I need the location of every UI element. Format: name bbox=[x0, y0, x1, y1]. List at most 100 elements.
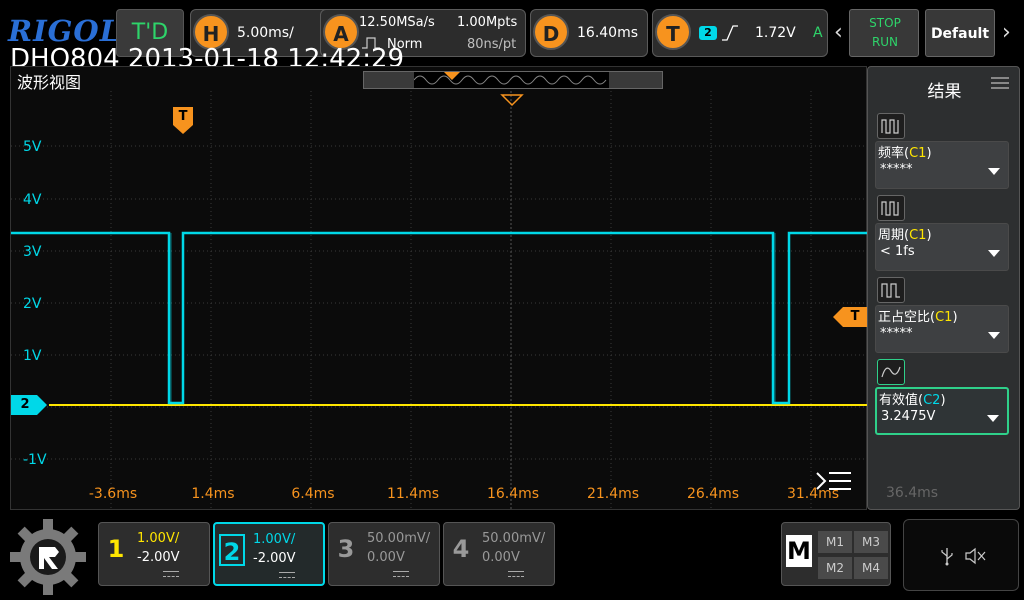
channel-3-box[interactable]: 3 50.00mV/ 0.00V bbox=[328, 522, 440, 586]
run-stop-button[interactable]: STOP RUN bbox=[849, 9, 919, 57]
channel-4-offset: 0.00V bbox=[482, 550, 520, 565]
math-m3[interactable]: M3 bbox=[854, 531, 888, 553]
menu-icon[interactable] bbox=[815, 469, 853, 497]
channel-3-offset: 0.00V bbox=[367, 550, 405, 565]
results-menu-icon[interactable] bbox=[991, 77, 1009, 89]
channel-1-scale: 1.00V/ bbox=[137, 531, 180, 546]
measure-rms-icon bbox=[877, 359, 905, 385]
y-label: 1V bbox=[23, 348, 42, 364]
channel-2-box[interactable]: 2 1.00V/ -2.00V bbox=[213, 522, 325, 586]
dc-coupling-icon bbox=[163, 571, 179, 577]
channel-3-number: 3 bbox=[337, 535, 355, 563]
chevron-right-icon[interactable]: › bbox=[1002, 20, 1011, 45]
trigger-level-label: T bbox=[850, 309, 860, 324]
result-value: 3.2475V bbox=[881, 409, 936, 424]
result-item-period[interactable]: 周期(C1) < 1fs bbox=[875, 223, 1009, 271]
channel-4-scale: 50.00mV/ bbox=[482, 531, 546, 546]
rigol-logo: RIGOL bbox=[8, 14, 122, 48]
result-item-frequency[interactable]: 频率(C1) ***** bbox=[875, 141, 1009, 189]
x-label: 16.4ms bbox=[487, 486, 539, 502]
speaker-mute-icon[interactable] bbox=[964, 546, 988, 566]
y-label: 3V bbox=[23, 244, 42, 260]
x-label: 11.4ms bbox=[387, 486, 439, 502]
channel-2-offset: -2.00V bbox=[253, 551, 296, 566]
channel-1-number: 1 bbox=[107, 535, 125, 563]
stop-label: STOP bbox=[869, 16, 901, 30]
x-label: 6.4ms bbox=[291, 486, 334, 502]
result-item-rms[interactable]: 有效值(C2) 3.2475V bbox=[875, 387, 1009, 435]
ch2-trace bbox=[11, 231, 868, 405]
y-label: 4V bbox=[23, 192, 42, 208]
top-bar: RIGOL T'D H 5.00ms/ A 12.50MSa/s 1.00Mpt… bbox=[0, 0, 1024, 74]
ch2-offset-marker[interactable]: 2 bbox=[11, 395, 47, 415]
delay-value: 16.40ms bbox=[577, 25, 639, 41]
x-label-overflow: 36.4ms bbox=[886, 485, 939, 501]
x-label: 21.4ms bbox=[587, 486, 639, 502]
delay-key[interactable]: D bbox=[533, 14, 569, 50]
center-marker-icon bbox=[500, 94, 524, 107]
measure-duty-icon bbox=[877, 277, 905, 303]
memory-timeline[interactable] bbox=[363, 71, 663, 89]
channel-3-scale: 50.00mV/ bbox=[367, 531, 431, 546]
waveform-window[interactable]: 波形视图 5V 4V 3V 2V 1V -1V -3.6ms 1.4ms 6.4… bbox=[10, 66, 869, 511]
result-label: 频率(C1) bbox=[878, 146, 932, 161]
channel-2-number: 2 bbox=[219, 534, 245, 566]
timeline-trigger-marker-icon bbox=[444, 72, 460, 80]
dc-coupling-icon bbox=[279, 572, 295, 578]
dropdown-arrow-icon[interactable] bbox=[988, 168, 1000, 175]
result-item-duty[interactable]: 正占空比(C1) ***** bbox=[875, 305, 1009, 353]
trigger-key[interactable]: T bbox=[655, 14, 691, 50]
sample-rate: 12.50MSa/s bbox=[359, 15, 435, 30]
y-label: -1V bbox=[23, 452, 47, 468]
ch2-marker-label: 2 bbox=[20, 397, 30, 412]
math-box[interactable]: M M1 M3 M2 M4 bbox=[781, 522, 891, 586]
trigger-level-marker[interactable]: T bbox=[833, 307, 869, 327]
math-key[interactable]: M bbox=[786, 535, 812, 567]
result-label: 周期(C1) bbox=[878, 228, 932, 243]
dropdown-arrow-icon[interactable] bbox=[988, 250, 1000, 257]
trigger-position-marker[interactable]: T bbox=[173, 107, 193, 135]
measure-period-icon bbox=[877, 195, 905, 221]
usb-icon[interactable] bbox=[940, 546, 954, 566]
delay-group[interactable]: D 16.40ms bbox=[530, 9, 648, 57]
math-m1[interactable]: M1 bbox=[818, 531, 852, 553]
trigger-marker-label: T bbox=[178, 109, 188, 124]
rising-edge-icon bbox=[722, 25, 738, 41]
y-label: 5V bbox=[23, 139, 42, 155]
memory-depth: 1.00Mpts bbox=[457, 15, 518, 30]
trigger-source-badge: 2 bbox=[699, 26, 717, 40]
waveform-title: 波形视图 bbox=[17, 73, 82, 92]
dropdown-arrow-icon[interactable] bbox=[987, 415, 999, 422]
home-gear-icon[interactable] bbox=[8, 517, 88, 597]
measure-freq-icon bbox=[877, 113, 905, 139]
chevron-left-icon[interactable]: ‹ bbox=[834, 20, 843, 45]
dc-coupling-icon bbox=[508, 571, 524, 577]
channel-4-number: 4 bbox=[452, 535, 470, 563]
run-label: RUN bbox=[871, 35, 899, 49]
time-per-point: 80ns/pt bbox=[467, 37, 517, 52]
channel-2-scale: 1.00V/ bbox=[253, 532, 296, 547]
waveform-grid: 5V 4V 3V 2V 1V -1V -3.6ms 1.4ms 6.4ms 11… bbox=[11, 91, 868, 511]
channel-1-offset: -2.00V bbox=[137, 550, 180, 565]
dropdown-arrow-icon[interactable] bbox=[988, 332, 1000, 339]
result-label: 正占空比(C1) bbox=[878, 310, 958, 325]
math-m2[interactable]: M2 bbox=[818, 557, 852, 579]
result-value: ***** bbox=[880, 326, 913, 341]
result-value: < 1fs bbox=[880, 244, 915, 259]
trigger-level: 1.72V bbox=[755, 25, 796, 41]
result-label: 有效值(C2) bbox=[879, 393, 946, 408]
x-label: 1.4ms bbox=[191, 486, 234, 502]
channel-4-box[interactable]: 4 50.00mV/ 0.00V bbox=[443, 522, 555, 586]
status-area bbox=[903, 519, 1019, 591]
dc-coupling-icon bbox=[393, 571, 409, 577]
channel-1-box[interactable]: 1 1.00V/ -2.00V bbox=[98, 522, 210, 586]
default-button[interactable]: Default bbox=[925, 9, 995, 57]
bottom-bar: 1 1.00V/ -2.00V 2 1.00V/ -2.00V 3 50.00m… bbox=[0, 512, 1024, 600]
results-panel: 结果 频率(C1) ***** 周期(C1) < 1fs 正占空比(C1) **… bbox=[867, 66, 1020, 510]
trigger-sweep: A bbox=[813, 25, 823, 41]
trigger-group[interactable]: T 2 1.72V A bbox=[652, 9, 828, 57]
math-m4[interactable]: M4 bbox=[854, 557, 888, 579]
y-label: 2V bbox=[23, 296, 42, 312]
horizontal-scale: 5.00ms/ bbox=[237, 25, 294, 41]
x-label: 26.4ms bbox=[687, 486, 739, 502]
